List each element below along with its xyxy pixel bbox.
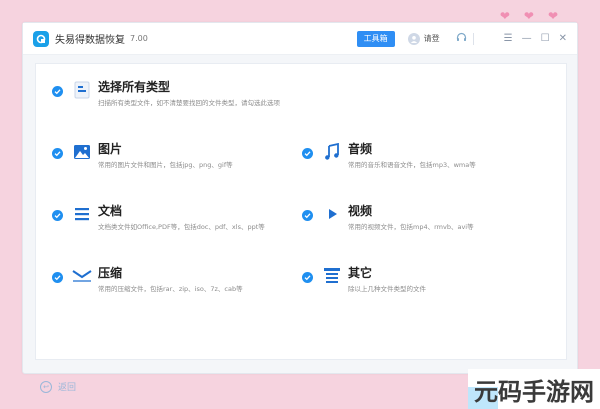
checked-icon[interactable]	[52, 148, 63, 159]
window-controls: ☰ — ☐ ✕	[504, 33, 567, 44]
app-logo-icon	[33, 30, 49, 47]
all-types-icon	[72, 80, 92, 100]
option-title: 音频	[348, 142, 373, 156]
option-documents[interactable]: 文档 文档类文件如Office,PDF等，包括doc、pdf、xls、ppt等	[52, 204, 265, 231]
option-description: 常用的视频文件，包括mp4、rmvb、avi等	[348, 223, 474, 231]
checked-icon[interactable]	[52, 272, 63, 283]
watermark-text: 元码手游网	[474, 377, 594, 406]
option-title: 选择所有类型	[98, 80, 171, 94]
option-title: 图片	[98, 142, 123, 156]
option-title: 视频	[348, 204, 373, 218]
option-description: 常用的图片文件和图片，包括jpg、png、gif等	[98, 161, 233, 169]
option-description: 扫描所有类型文件，如不清楚要找回的文件类型，请勾选此选项	[98, 99, 280, 107]
document-icon	[72, 204, 92, 224]
heart-icon: ❤	[499, 9, 510, 23]
music-icon	[322, 142, 342, 162]
back-arrow-icon: ↩	[40, 380, 52, 393]
option-archive[interactable]: 压缩 常用的压缩文件，包括rar、zip、iso、7z、cab等	[52, 266, 243, 293]
maximize-icon[interactable]: ☐	[541, 33, 550, 44]
user-icon	[407, 32, 420, 45]
option-other[interactable]: 其它 除以上几种文件类型的文件	[302, 266, 426, 293]
option-title: 其它	[348, 266, 373, 280]
other-list-icon	[322, 266, 342, 286]
option-description: 文档类文件如Office,PDF等，包括doc、pdf、xls、ppt等	[98, 223, 265, 231]
divider	[472, 32, 474, 45]
checked-icon[interactable]	[302, 210, 313, 221]
support-headset-icon[interactable]	[456, 32, 467, 46]
option-description: 常用的音乐和语音文件，包括mp3、wma等	[348, 161, 476, 169]
title-bar: 失易得数据恢复 7.00 工具箱 请登 ☰ — ☐ ✕	[23, 23, 577, 55]
video-play-icon	[322, 204, 342, 224]
menu-icon[interactable]: ☰	[504, 33, 513, 44]
app-version: 7.00	[130, 34, 148, 43]
checked-icon[interactable]	[302, 272, 313, 283]
checked-icon[interactable]	[52, 210, 63, 221]
minimize-icon[interactable]: —	[522, 33, 532, 44]
option-all-types[interactable]: 选择所有类型 扫描所有类型文件，如不清楚要找回的文件类型，请勾选此选项	[52, 80, 280, 107]
checked-icon[interactable]	[302, 148, 313, 159]
back-button[interactable]: ↩ 返回	[40, 380, 76, 393]
app-window: 失易得数据恢复 7.00 工具箱 请登 ☰ — ☐ ✕ 选择所有类型 扫描所有类…	[22, 22, 578, 374]
toolbox-button[interactable]: 工具箱	[356, 30, 395, 47]
option-video[interactable]: 视频 常用的视频文件，包括mp4、rmvb、avi等	[302, 204, 474, 231]
option-images[interactable]: 图片 常用的图片文件和图片，包括jpg、png、gif等	[52, 142, 233, 169]
heart-icon: ❤	[547, 9, 558, 23]
decorative-hearts: ❤ ❤ ❤	[500, 9, 558, 23]
image-icon	[72, 142, 92, 162]
app-title: 失易得数据恢复	[55, 35, 125, 46]
back-label: 返回	[58, 383, 77, 393]
option-title: 压缩	[98, 266, 123, 280]
heart-icon: ❤	[523, 9, 534, 23]
option-audio[interactable]: 音频 常用的音乐和语音文件，包括mp3、wma等	[302, 142, 476, 169]
close-icon[interactable]: ✕	[559, 33, 567, 44]
file-type-panel: 选择所有类型 扫描所有类型文件，如不清楚要找回的文件类型，请勾选此选项 图片 常…	[35, 63, 567, 360]
option-description: 常用的压缩文件，包括rar、zip、iso、7z、cab等	[98, 285, 243, 293]
option-title: 文档	[98, 204, 123, 218]
option-description: 除以上几种文件类型的文件	[348, 285, 426, 293]
login-button[interactable]: 请登	[407, 32, 440, 45]
login-label: 请登	[423, 34, 440, 43]
archive-envelope-icon	[72, 266, 92, 286]
watermark: 元码手游网	[468, 369, 600, 409]
checked-icon[interactable]	[52, 86, 63, 97]
